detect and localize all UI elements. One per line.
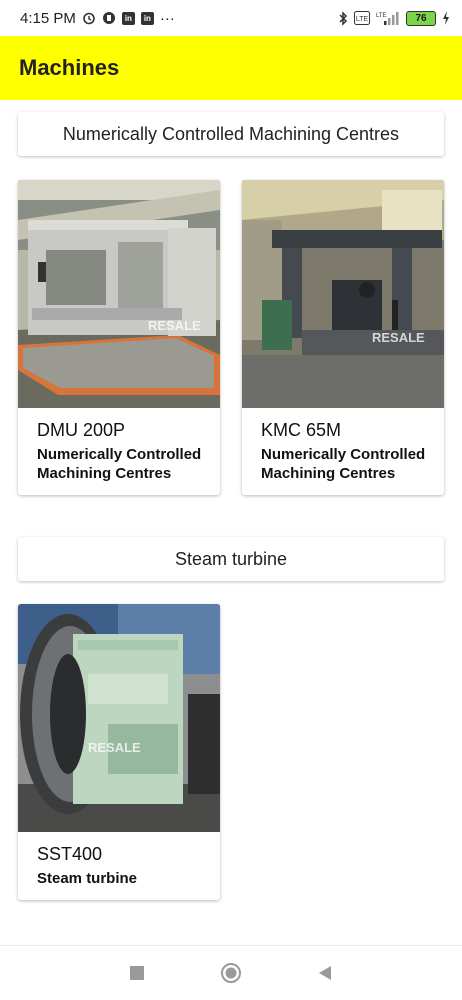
status-bar: 4:15 PM in in ··· LTE LTE 76: [0, 0, 462, 36]
linkedin-icon: in: [121, 11, 135, 25]
watermark-text: RESALE: [372, 330, 425, 345]
machine-name: KMC 65M: [261, 420, 342, 440]
status-right: LTE LTE 76: [338, 10, 450, 26]
status-time: 4:15 PM: [20, 9, 76, 27]
category-header-steam-turbine[interactable]: Steam turbine: [18, 537, 444, 581]
card-body: KMC 65M Numerically Controlled Machining…: [242, 408, 444, 495]
back-icon: [319, 966, 331, 980]
machine-card-kmc-65m[interactable]: RESALE KMC 65M Numerically Controlled Ma…: [242, 180, 444, 495]
machine-card-sst400[interactable]: RESALE SST400 Steam turbine: [18, 604, 220, 900]
machine-image-kmc-65m: RESALE: [242, 180, 444, 408]
machine-category: Steam turbine: [37, 870, 138, 887]
bluetooth-icon: [338, 10, 348, 26]
home-icon: [221, 963, 241, 983]
card-body: SST400 Steam turbine: [18, 832, 220, 900]
svg-text:LTE: LTE: [356, 16, 369, 23]
machine-name: SST400: [37, 844, 103, 864]
system-nav-bar: [0, 945, 462, 1000]
machine-image-sst400: RESALE: [18, 604, 220, 832]
more-notifications-icon: ···: [159, 9, 175, 27]
recent-apps-button[interactable]: [125, 961, 149, 985]
category-header-machining-centres[interactable]: Numerically Controlled Machining Centres: [18, 112, 444, 156]
app-notification-icon: [102, 11, 116, 25]
recent-apps-icon: [130, 966, 144, 980]
battery-icon: 76: [406, 10, 436, 26]
signal-icon: LTE: [376, 11, 400, 25]
linkedin-icon-2: in: [140, 11, 154, 25]
volte-icon: LTE: [354, 11, 370, 25]
alarm-icon: [82, 11, 96, 25]
machine-category: Numerically Controlled Machining Centres: [37, 446, 202, 482]
card-body: DMU 200P Numerically Controlled Machinin…: [18, 408, 220, 495]
watermark-text: RESALE: [148, 318, 201, 333]
machine-name: DMU 200P: [37, 420, 126, 440]
status-left: 4:15 PM in in ···: [20, 10, 175, 27]
watermark-text: RESALE: [88, 740, 141, 755]
network-type-label: LTE: [376, 13, 387, 19]
back-button[interactable]: [313, 961, 337, 985]
page-title: Machines: [19, 55, 120, 80]
charging-icon: [442, 11, 450, 25]
machine-card-dmu-200p[interactable]: RESALE DMU 200P Numerically Controlled M…: [18, 180, 220, 495]
app-bar: Machines: [0, 36, 462, 100]
machine-category: Numerically Controlled Machining Centres: [261, 446, 426, 482]
machine-image-dmu-200p: RESALE: [18, 180, 220, 408]
home-button[interactable]: [219, 961, 243, 985]
